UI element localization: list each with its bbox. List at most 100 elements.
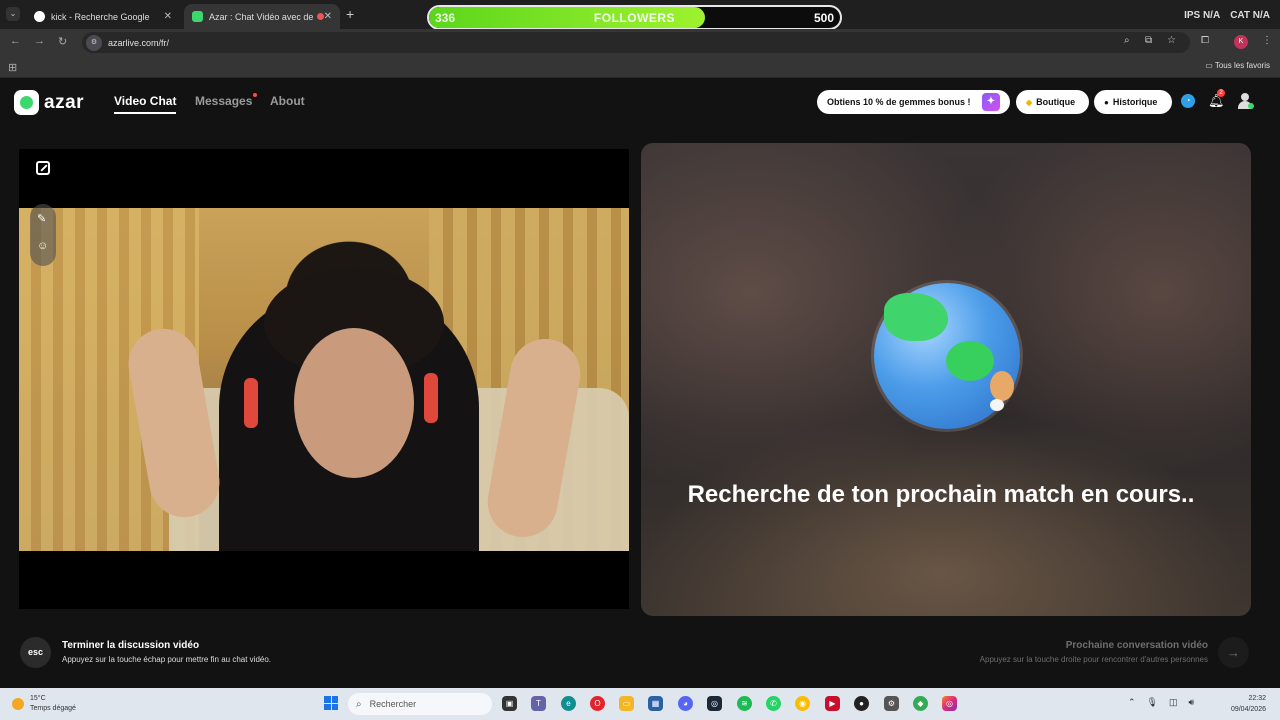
clock-date: 09/04/2026 [1230,706,1266,713]
local-video-panel: ✎ ☺ [19,149,629,609]
apps-grid-icon[interactable]: ⊞ [8,61,17,74]
face-filter-icon[interactable]: ☺ [37,240,48,252]
teams-icon[interactable]: T [531,696,546,711]
stream-stats: IPS N/A CAT N/A [1184,10,1270,21]
online-status-dot [1248,103,1254,109]
ips-stat: IPS N/A [1184,10,1221,21]
history-button[interactable]: ● Historique [1094,90,1172,114]
video-effects-toolbar: ✎ ☺ [30,204,56,266]
weather-widget[interactable]: 15°C Temps dégagé [12,694,76,714]
windows-taskbar: 15°C Temps dégagé ⌕ Rechercher ▣ T e O ▭ … [0,688,1280,720]
recording-indicator-icon [316,13,324,20]
new-tab-button[interactable]: + [346,6,354,22]
system-tray: ⌃ 🎙︎ ◫ 🔊︎ [1128,697,1194,708]
forward-icon[interactable]: → [34,35,45,47]
next-chat-button[interactable]: → [1218,637,1249,668]
gem-icon: ◆ [1026,97,1033,107]
store-icon[interactable]: ▦ [648,696,663,711]
back-icon[interactable]: ← [10,35,21,47]
weather-sun-icon [12,698,24,710]
nav-messages[interactable]: Messages [195,93,258,108]
task-view-icon[interactable]: ▣ [502,696,517,711]
taskbar-search-placeholder: Rechercher [369,699,417,709]
close-tab-icon[interactable]: ✕ [324,11,332,22]
notification-badge: 2 [1217,89,1225,97]
settings-icon[interactable]: ⚙ [884,696,899,711]
gift-icon: ✦ [982,93,1000,111]
reload-icon[interactable]: ↻ [58,35,67,48]
app-icon-green[interactable]: ◆ [913,696,928,711]
history-icon: ● [1104,97,1109,107]
chrome-icon[interactable]: ◉ [795,696,810,711]
instagram-icon[interactable]: ◎ [942,696,957,711]
nav-video-chat[interactable]: Video Chat [114,94,177,114]
chat-bubble-icon[interactable]: ◔ [1181,94,1195,108]
weather-desc: Temps dégagé [30,705,76,712]
url-text: azarlive.com/fr/ [108,37,170,48]
windows-start-icon[interactable] [324,696,338,710]
whatsapp-icon[interactable]: ✆ [766,696,781,711]
opera-icon[interactable]: O [590,696,605,711]
cat-stat: CAT N/A [1230,10,1270,21]
end-chat-button[interactable]: esc [20,637,51,668]
azar-logo-icon [14,90,39,115]
azar-logo-text: azar [44,91,85,113]
magic-wand-icon[interactable]: ✎ [37,212,46,225]
unread-dot [253,93,258,97]
azar-page: azar Video Chat Messages About Obtiens 1… [0,79,1280,688]
taskbar-search[interactable]: ⌕ Rechercher [348,693,492,715]
azar-logo[interactable]: azar [14,90,84,115]
menu-icon[interactable]: ⋮ [1262,35,1272,46]
clock-time: 22:32 [1248,695,1266,702]
spotify-icon[interactable]: ≋ [737,696,752,711]
volume-icon[interactable]: 🔊︎ [1189,697,1195,708]
extensions-icon[interactable]: ⧠ [1201,35,1209,46]
google-icon [34,11,45,22]
search-icon: ⌕ [356,698,362,710]
file-explorer-icon[interactable]: ▭ [619,696,634,711]
history-label: Historique [1112,97,1158,107]
next-chat-title: Prochaine conversation vidéo [1065,640,1208,651]
azar-icon [192,11,203,22]
tab-google-search[interactable]: kick - Recherche Google ✕ [26,4,180,29]
install-app-icon[interactable]: ⧉ [1145,35,1152,46]
webcam-feed [19,208,629,551]
tab-title: kick - Recherche Google [51,11,150,22]
followers-goal: 500 [813,11,834,25]
followers-goal-bar: 336 FOLLOWERS 500 [427,5,842,30]
all-bookmarks-button[interactable]: ▭ Tous les favoris [1205,61,1270,70]
end-chat-title: Terminer la discussion vidéo [62,640,200,651]
nav-messages-label: Messages [195,94,253,108]
shop-label: Boutique [1036,97,1076,107]
browser-toolbar: ← → ↻ ⚙ azarlive.com/fr/ [0,29,1280,56]
shop-button[interactable]: ◆ Boutique [1016,90,1089,114]
discord-icon[interactable]: ◕ [678,696,693,711]
obs-icon[interactable]: ● [854,696,869,711]
close-tab-icon[interactable]: ✕ [164,11,172,22]
gem-bonus-promo-button[interactable]: Obtiens 10 % de gemmes bonus ! ✦ [817,90,1010,114]
steam-icon[interactable]: ◎ [707,696,722,711]
end-chat-hint: Appuyez sur la touche échap pour mettre … [62,655,272,664]
weather-temp: 15°C [30,695,46,702]
chevron-up-icon[interactable]: ⌃ [1128,697,1136,708]
tab-title: Azar : Chat Vidéo avec de n [209,11,313,22]
edge-icon[interactable]: e [561,696,576,711]
site-info-icon[interactable]: ⚙ [86,34,102,51]
network-icon[interactable]: ◫ [1169,697,1178,708]
bookmark-star-icon[interactable]: ☆ [1167,35,1176,46]
tab-azar[interactable]: Azar : Chat Vidéo avec de n ✕ [184,4,340,29]
taskbar-clock[interactable]: 22:32 09/04/2026 [1231,693,1266,715]
user-profile-icon[interactable] [1238,93,1254,109]
app-icon-red[interactable]: ▶ [825,696,840,711]
nav-about[interactable]: About [270,94,305,108]
address-bar[interactable]: ⚙ azarlive.com/fr/ [82,32,1190,53]
next-chat-hint: Appuyez sur la touche droite pour rencon… [979,655,1208,664]
profile-avatar[interactable]: K [1234,35,1248,49]
microphone-icon[interactable]: 🎙︎ [1147,697,1158,708]
tab-search-button[interactable]: ⌄ [6,7,20,21]
searching-status-text: Recherche de ton prochain match en cours… [687,481,1195,508]
expand-video-icon[interactable] [36,161,50,175]
zoom-icon[interactable]: ⌕ [1124,35,1130,46]
all-bookmarks-label: Tous les favoris [1214,61,1270,70]
globe-icon [874,283,1020,429]
